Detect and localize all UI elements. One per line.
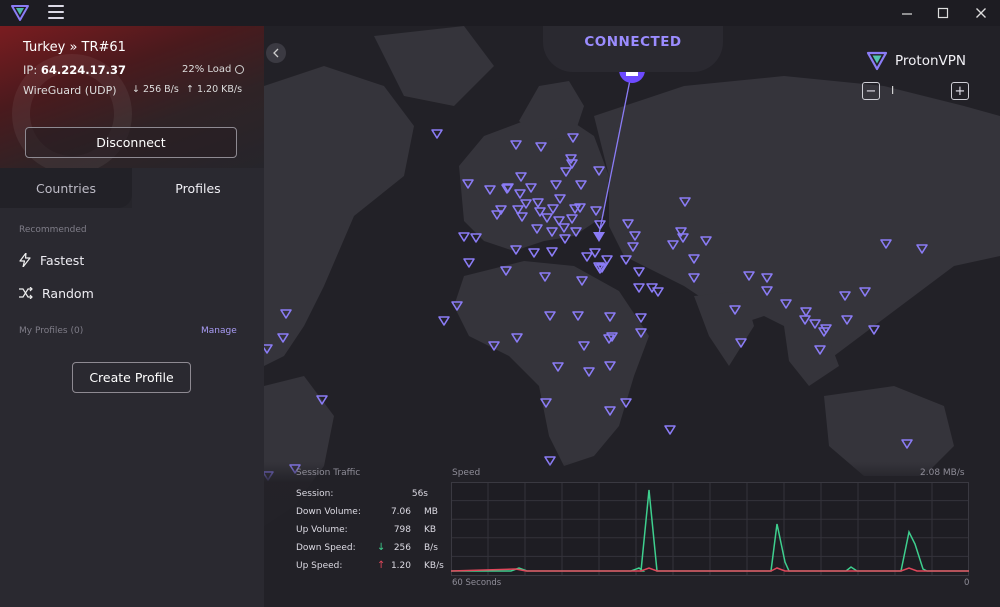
server-triangle-icon[interactable] [438, 316, 450, 326]
server-triangle-icon[interactable] [458, 232, 470, 242]
stat-up-speed-label: Up Speed: [296, 561, 343, 571]
zoom-in-label: + [954, 83, 966, 99]
upload-rate: ↑ 1.20 KB/s [186, 84, 243, 95]
session-traffic-title: Session Traffic [296, 468, 361, 478]
speed-max-label: 2.08 MB/s [920, 468, 965, 478]
server-triangle-icon[interactable] [581, 252, 593, 262]
close-icon [976, 8, 986, 18]
tab-countries[interactable]: Countries [0, 168, 132, 208]
create-profile-button[interactable]: Create Profile [72, 362, 191, 393]
stat-down-volume-unit: MB [424, 507, 438, 517]
profile-random-label: Random [42, 285, 94, 301]
connection-card: Turkey » TR#61 IP: 64.224.17.37 22% Load… [0, 26, 264, 168]
server-triangle-icon[interactable] [594, 220, 606, 230]
stat-down-speed-value: 256 [393, 543, 411, 553]
continent-asia [594, 76, 1000, 356]
graph-x-axis-label: 60 Seconds [452, 578, 502, 588]
ip-value: 64.224.17.37 [40, 63, 126, 77]
server-triangle-icon[interactable] [463, 258, 475, 268]
stat-down-speed-label: Down Speed: [296, 543, 356, 553]
zoom-out-label: − [865, 83, 877, 99]
protonvpn-logo-icon [11, 5, 29, 21]
load-circle-icon [235, 65, 245, 74]
connection-status: CONNECTED [584, 34, 682, 50]
continents [264, 26, 1000, 526]
maximize-button[interactable] [924, 0, 962, 26]
download-rate: ↓ 256 B/s [132, 84, 179, 95]
left-panel: Turkey » TR#61 IP: 64.224.17.37 22% Load… [0, 26, 264, 607]
continent-india [694, 291, 754, 366]
hamburger-menu-icon[interactable] [48, 5, 64, 21]
maximize-icon [937, 7, 949, 19]
stat-session-value: 56s [411, 489, 428, 499]
profile-random[interactable]: Random [19, 282, 94, 304]
protocol: WireGuard (UDP) [23, 84, 117, 97]
server-triangle-icon[interactable] [652, 287, 664, 297]
connected-server-marker[interactable] [593, 232, 605, 242]
recommended-label: Recommended [19, 225, 87, 235]
server-triangle-icon[interactable] [431, 129, 443, 139]
ip-label: IP: [23, 63, 41, 77]
server-triangle-icon[interactable] [620, 255, 632, 265]
server-triangle-icon[interactable] [664, 425, 676, 435]
stat-up-speed-value: 1.20 [390, 561, 411, 571]
graph-x-axis-end: 0 [964, 578, 970, 588]
minimize-icon [902, 13, 912, 15]
lightning-icon [19, 253, 31, 267]
server-triangle-icon[interactable] [633, 267, 645, 277]
my-profiles-label: My Profiles (0) [19, 326, 84, 336]
stat-up-volume-value: 798 [393, 525, 411, 535]
zoom-level-indicator: I [891, 84, 895, 97]
continent-africa [454, 261, 649, 466]
zoom-in-button[interactable]: + [951, 82, 969, 100]
speed-graph [451, 482, 969, 576]
server-load: 22% Load [182, 64, 245, 75]
speed-axis-label: Speed [452, 468, 481, 478]
stat-up-speed-unit: KB/s [424, 561, 444, 571]
server-name: Turkey » TR#61 [23, 40, 126, 55]
protonvpn-logo-icon [866, 51, 888, 71]
title-bar [0, 0, 1000, 26]
profile-fastest-label: Fastest [40, 252, 85, 268]
brand-name: ProtonVPN [895, 53, 967, 69]
tab-profiles[interactable]: Profiles [132, 168, 264, 208]
load-text: 22% Load [182, 64, 232, 75]
ip-address: IP: 64.224.17.37 [23, 63, 126, 77]
continent-greenland [374, 26, 494, 106]
stat-down-volume-value: 7.06 [390, 507, 411, 517]
stat-down-volume-label: Down Volume: [296, 507, 361, 517]
stat-up-volume-label: Up Volume: [296, 525, 348, 535]
zoom-out-button[interactable]: − [862, 82, 880, 100]
protonvpn-window: Turkey » TR#61 IP: 64.224.17.37 22% Load… [0, 0, 1000, 607]
panel-tabs: Countries Profiles [0, 168, 264, 208]
disconnect-button[interactable]: Disconnect [25, 127, 237, 158]
stat-down-speed-unit: B/s [424, 543, 438, 553]
close-button[interactable] [962, 0, 1000, 26]
stat-session-label: Session: [296, 489, 334, 499]
manage-profiles-link[interactable]: Manage [201, 326, 237, 336]
profile-fastest[interactable]: Fastest [19, 249, 84, 271]
server-triangle-icon[interactable] [633, 283, 645, 293]
minimize-button[interactable] [888, 0, 926, 26]
profiles-list: Recommended Fastest Random My Profiles (… [0, 208, 264, 607]
server-triangle-icon[interactable] [528, 248, 540, 258]
server-triangle-icon[interactable] [470, 233, 482, 243]
chevron-left-icon [273, 48, 279, 58]
shuffle-icon [19, 287, 33, 299]
collapse-panel-button[interactable] [266, 43, 286, 63]
server-triangle-icon[interactable] [868, 325, 880, 335]
server-triangle-icon[interactable] [546, 247, 558, 257]
continent-north-america [264, 66, 414, 366]
stat-up-volume-unit: KB [424, 525, 437, 535]
brand-logo: ProtonVPN [866, 51, 966, 71]
